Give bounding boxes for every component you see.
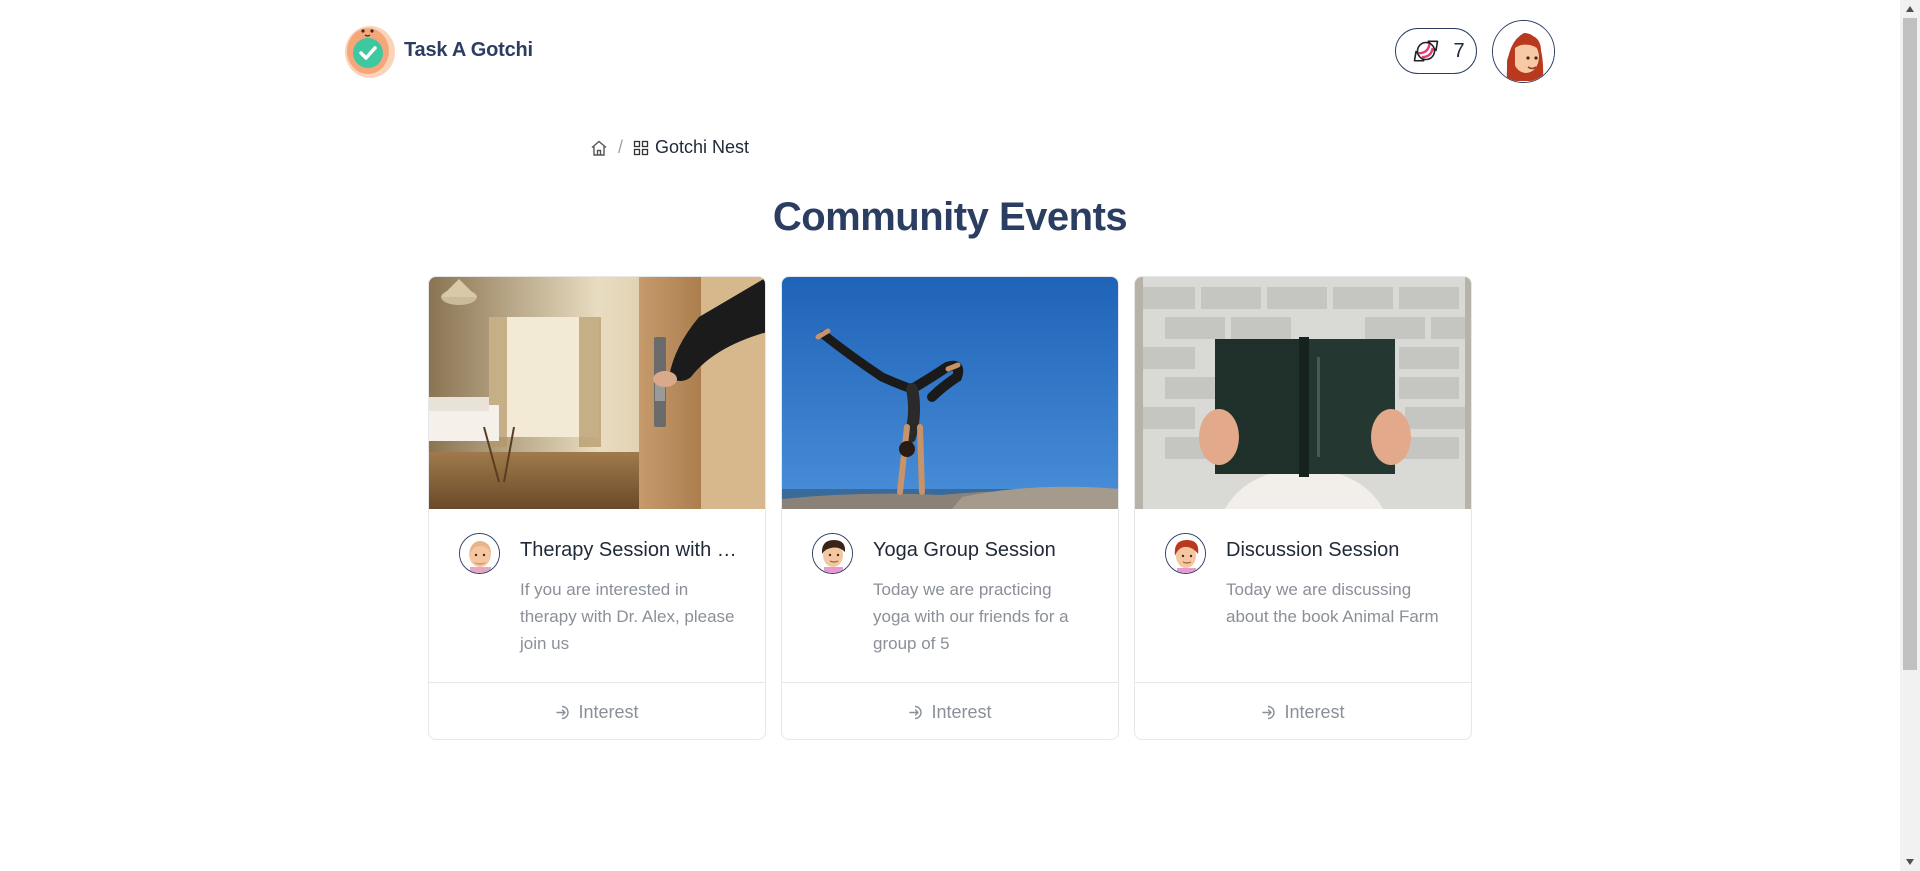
host-avatar	[1165, 533, 1206, 574]
top-header: Task A Gotchi 7	[0, 0, 1900, 100]
redhead-avatar-icon	[1166, 534, 1205, 573]
interest-label: Interest	[931, 701, 992, 722]
candy-icon	[1414, 40, 1439, 62]
yoga-handstand-photo	[782, 277, 1118, 509]
app-name: Task A Gotchi	[404, 38, 533, 61]
interest-button[interactable]: Interest	[782, 683, 1118, 739]
brand[interactable]: Task A Gotchi	[344, 22, 533, 78]
event-card[interactable]: Therapy Session with Dr. Alex If you are…	[428, 276, 766, 740]
sign-in-icon	[909, 705, 923, 719]
event-title: Discussion Session	[1226, 539, 1400, 561]
breadcrumb-separator: /	[618, 137, 624, 157]
bald-man-avatar-icon	[460, 534, 499, 573]
hotel-room-photo	[429, 277, 765, 509]
gotchi-logo-icon	[345, 26, 395, 78]
breadcrumb: / Gotchi Nest	[590, 137, 749, 158]
event-card[interactable]: Discussion Session Today we are discussi…	[1134, 276, 1472, 740]
scroll-up-arrow-icon[interactable]	[1900, 0, 1920, 18]
scroll-down-arrow-icon[interactable]	[1900, 853, 1920, 871]
host-avatar	[459, 533, 500, 574]
reading-book-photo	[1135, 277, 1471, 509]
interest-label: Interest	[578, 701, 639, 722]
event-title: Therapy Session with Dr. Alex	[520, 539, 750, 561]
scrollbar-thumb[interactable]	[1903, 18, 1917, 670]
user-avatar[interactable]	[1492, 20, 1555, 83]
event-card-body: Yoga Group Session Today we are practici…	[782, 509, 1118, 683]
breadcrumb-current[interactable]: Gotchi Nest	[633, 137, 749, 158]
event-description: If you are interested in therapy with Dr…	[520, 580, 735, 653]
event-card-body: Discussion Session Today we are discussi…	[1135, 509, 1471, 683]
event-card-body: Therapy Session with Dr. Alex If you are…	[429, 509, 765, 683]
event-description: Today we are discussing about the book A…	[1226, 580, 1439, 626]
candy-count: 7	[1453, 39, 1465, 62]
host-avatar	[812, 533, 853, 574]
page-title: Community Events	[772, 195, 1128, 239]
interest-label: Interest	[1284, 701, 1345, 722]
man-avatar-icon	[813, 534, 852, 573]
home-icon[interactable]	[590, 139, 608, 157]
candy-counter[interactable]: 7	[1395, 28, 1477, 74]
grid-icon	[633, 140, 649, 155]
event-title: Yoga Group Session	[873, 539, 1056, 561]
breadcrumb-current-label: Gotchi Nest	[655, 137, 750, 157]
event-card[interactable]: Yoga Group Session Today we are practici…	[781, 276, 1119, 740]
event-card-list: Therapy Session with Dr. Alex If you are…	[428, 276, 1472, 740]
interest-button[interactable]: Interest	[1135, 683, 1471, 739]
event-description: Today we are practicing yoga with our fr…	[873, 580, 1069, 653]
sign-in-icon	[1262, 705, 1276, 719]
vertical-scrollbar[interactable]	[1900, 0, 1920, 871]
user-avatar-icon	[1493, 21, 1554, 82]
interest-button[interactable]: Interest	[429, 683, 765, 739]
sign-in-icon	[556, 705, 570, 719]
